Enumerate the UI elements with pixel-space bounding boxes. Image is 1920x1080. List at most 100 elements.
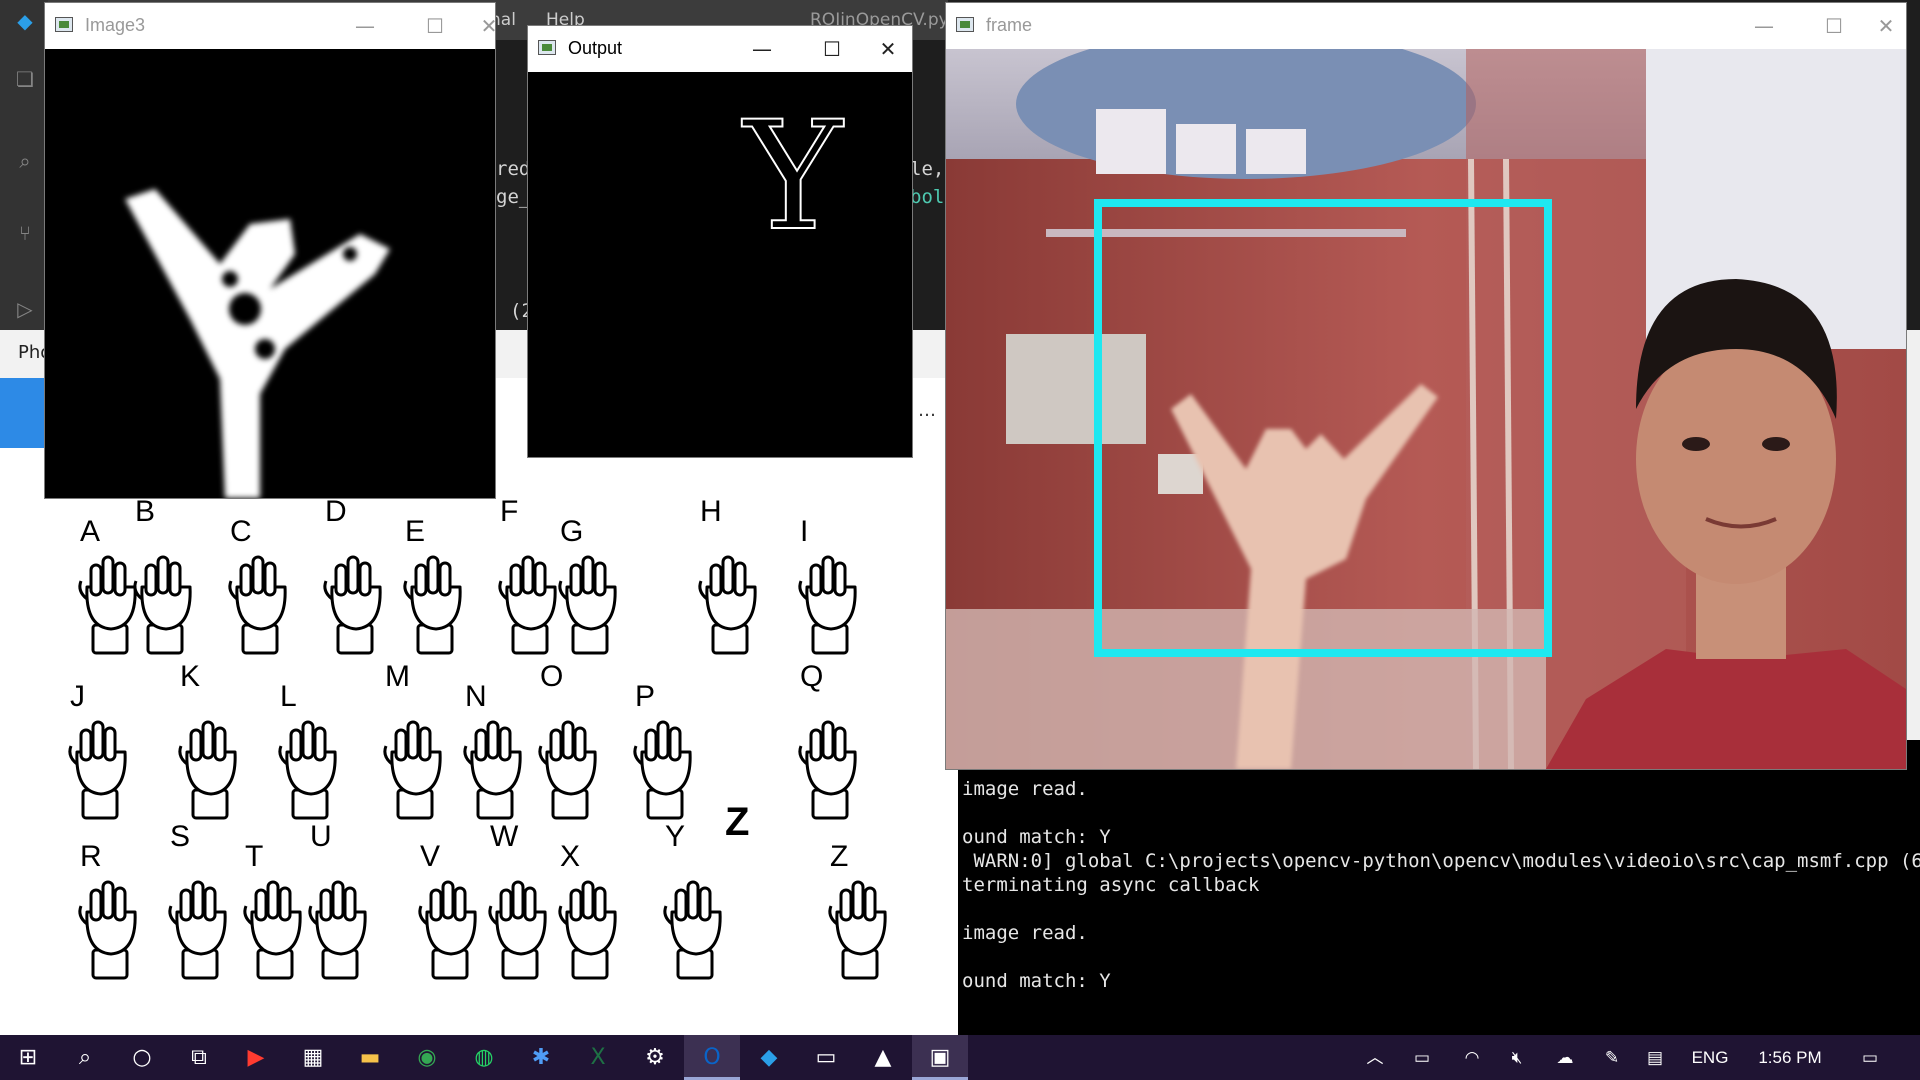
close-button[interactable]: ✕ (864, 26, 912, 72)
asl-letter-f: F (500, 495, 519, 528)
windows-start-icon[interactable]: ⊞ (0, 1035, 56, 1080)
bluetooth-app-icon[interactable]: ✱ (513, 1035, 569, 1080)
onedrive-icon[interactable]: ☁ (1545, 1035, 1585, 1080)
asl-hand-k-icon (178, 720, 237, 820)
asl-hand-m-icon (383, 720, 442, 820)
photos-more-button[interactable]: … (918, 400, 936, 421)
snip-icon[interactable]: ▣ (912, 1035, 968, 1080)
code-fragment: bol (910, 186, 945, 208)
maximize-button[interactable]: ☐ (1800, 3, 1868, 49)
image3-window[interactable]: Image3 — ☐ ✕ (44, 2, 497, 499)
webcam-frame-image (946, 49, 1906, 769)
chrome-icon[interactable]: ◉ (399, 1035, 455, 1080)
right-edge-panel (1905, 330, 1920, 740)
frame-window[interactable]: frame — ☐ ✕ (945, 2, 1907, 770)
prediction-canvas: Y (528, 72, 912, 457)
asl-hand-r-icon (78, 880, 137, 980)
source-control-icon[interactable]: ⑂ (14, 222, 36, 244)
asl-hand-p-icon (633, 720, 692, 820)
terminal-icon[interactable]: ▭ (798, 1035, 854, 1080)
asl-hand-x-icon (558, 880, 617, 980)
asl-letter-q: Q (800, 660, 824, 693)
battery-icon[interactable]: ▭ (1405, 1035, 1439, 1080)
photos-sidebar-button[interactable] (0, 378, 48, 448)
taskbar: ︿ ▭ ◠ 🔇︎ ☁ ✎ ▤ ENG 1:56 PM ▭ ⊞ ⌕ ○ ⧉ ▶ ▦ ▬ ◉ ◍ ✱ X… (0, 1035, 1920, 1080)
run-debug-icon[interactable]: ▷ (14, 298, 36, 320)
whatsapp-icon[interactable]: ◍ (456, 1035, 512, 1080)
asl-hand-n-icon (463, 720, 522, 820)
clock[interactable]: 1:56 PM (1745, 1035, 1835, 1080)
asl-letter-e: E (405, 515, 426, 548)
asl-letter-o: O (540, 660, 564, 693)
pen-workspace-icon[interactable]: ✎ (1597, 1035, 1627, 1080)
vscode-logo-icon[interactable]: ◆ (14, 10, 36, 32)
asl-letter-z: Z (830, 840, 849, 873)
output-titlebar[interactable]: Output — ☐ ✕ (528, 26, 912, 72)
image3-title: Image3 (85, 15, 146, 35)
vscode-activity-bar: ◆ ❏ ⌕ ⑂ ▷ (0, 0, 48, 330)
show-hidden-icons[interactable]: ︿ (1360, 1035, 1390, 1080)
asl-letter-n: N (465, 680, 487, 713)
asl-letter-v: V (420, 840, 441, 873)
youtube-icon[interactable]: ▶ (228, 1035, 284, 1080)
asl-letter-l: L (280, 680, 297, 713)
notifications-icon[interactable]: ▭ (1855, 1035, 1885, 1080)
asl-hand-e-icon (403, 555, 462, 655)
file-explorer-icon[interactable]: ▬ (342, 1035, 398, 1080)
asl-hand-d-icon (323, 555, 382, 655)
asl-hand-u-icon (308, 880, 367, 980)
asl-alphabet-chart: A B C D E F G H I J K L M N O P Q R S T U V W X Y Z Z (0, 495, 958, 995)
asl-hand-i-icon (798, 555, 857, 655)
cortana-icon[interactable]: ○ (114, 1035, 170, 1080)
search-icon[interactable]: ⌕ (57, 1035, 113, 1080)
asl-letter-c: C (230, 515, 252, 548)
threshold-mask-image (45, 49, 495, 498)
frame-titlebar[interactable]: frame — ☐ ✕ (946, 3, 1906, 49)
asl-letter-w: W (490, 820, 519, 853)
output-window[interactable]: Output — ☐ ✕ Y (527, 25, 913, 458)
language-indicator[interactable]: ENG (1685, 1035, 1735, 1080)
minimize-button[interactable]: — (1730, 3, 1798, 49)
terminal-panel[interactable]: terminating async callback image read. oun… (958, 730, 1920, 1035)
code-fragment: ge_ (496, 186, 531, 208)
maximize-button[interactable]: ☐ (798, 26, 866, 72)
asl-letter-r: R (80, 840, 102, 873)
calculator-icon[interactable]: ▦ (285, 1035, 341, 1080)
asl-hand-v-icon (418, 880, 477, 980)
asl-letter-b: B (135, 495, 156, 528)
outlook-icon[interactable]: O (684, 1035, 740, 1080)
terminal-line: ound match: Y (962, 970, 1111, 992)
close-button[interactable]: ✕ (469, 3, 509, 49)
explorer-icon[interactable]: ❏ (14, 68, 36, 90)
image3-titlebar[interactable]: Image3 — ☐ ✕ (45, 3, 497, 49)
asl-letter-a: A (80, 515, 101, 548)
asl-hand-c-icon (228, 555, 287, 655)
keyboard-icon[interactable]: ▤ (1640, 1035, 1670, 1080)
excel-icon[interactable]: X (570, 1035, 626, 1080)
asl-letter-p: P (635, 680, 656, 713)
image-window-icon (538, 40, 556, 55)
wifi-icon[interactable]: ◠ (1455, 1035, 1489, 1080)
asl-letter-s: S (170, 820, 191, 853)
close-button[interactable]: ✕ (1866, 3, 1906, 49)
settings-icon[interactable]: ⚙ (627, 1035, 683, 1080)
minimize-button[interactable]: — (331, 3, 399, 49)
vscode-icon[interactable]: ◆ (741, 1035, 797, 1080)
asl-letter-k: K (180, 660, 201, 693)
asl-hand-t-icon (243, 880, 302, 980)
asl-hand-g-icon (558, 555, 617, 655)
asl-hand-h-icon (698, 555, 757, 655)
task-view-icon[interactable]: ⧉ (171, 1035, 227, 1080)
photos-icon[interactable]: ▲ (855, 1035, 911, 1080)
asl-letter-g: G (560, 515, 584, 548)
asl-letter-i: I (800, 515, 809, 548)
asl-letter-y: Y (665, 820, 686, 853)
search-icon[interactable]: ⌕ (14, 150, 36, 172)
minimize-button[interactable]: — (728, 26, 796, 72)
volume-muted-icon[interactable]: 🔇︎ (1500, 1035, 1534, 1080)
asl-hand-b-icon (133, 555, 192, 655)
output-title: Output (568, 38, 623, 58)
maximize-button[interactable]: ☐ (401, 3, 469, 49)
asl-letter-t: T (245, 840, 264, 873)
asl-letter-m: M (385, 660, 410, 693)
